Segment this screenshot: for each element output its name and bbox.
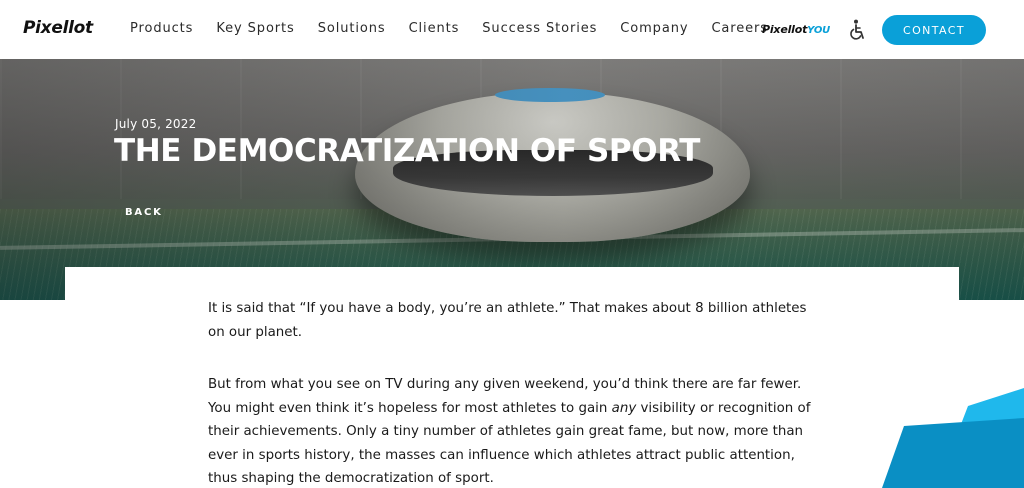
nav-item-careers[interactable]: Careers (711, 21, 768, 36)
nav-item-clients[interactable]: Clients (409, 21, 460, 36)
nav-item-key-sports[interactable]: Key Sports (216, 21, 294, 36)
page-title: THE DEMOCRATIZATION OF SPORT (114, 133, 701, 169)
hero-banner: July 05, 2022 THE DEMOCRATIZATION OF SPO… (0, 59, 1024, 300)
article-paragraph-2: But from what you see on TV during any g… (208, 373, 813, 488)
nav-item-company[interactable]: Company (620, 21, 688, 36)
wheelchair-icon[interactable] (848, 19, 866, 41)
pixellot-logo[interactable]: Pixellot (23, 18, 93, 38)
you-logo-main: Pixellot (762, 23, 808, 36)
pixellot-you-logo[interactable]: PixellotYOU (762, 23, 830, 36)
back-link[interactable]: BACK (125, 207, 163, 218)
contact-button[interactable]: CONTACT (882, 15, 986, 45)
nav-item-success-stories[interactable]: Success Stories (482, 21, 597, 36)
paragraph-2-emphasis: any (611, 400, 637, 416)
site-header: Pixellot Products Key Sports Solutions C… (0, 0, 1024, 59)
post-date: July 05, 2022 (115, 117, 197, 131)
article-paragraph-1: It is said that “If you have a body, you… (208, 301, 807, 340)
you-logo-suffix: YOU (807, 25, 831, 36)
main-nav: Products Key Sports Solutions Clients Su… (130, 21, 791, 36)
nav-item-products[interactable]: Products (130, 21, 193, 36)
nav-item-solutions[interactable]: Solutions (318, 21, 386, 36)
decorative-corner-shape (882, 388, 1024, 488)
hero-overlay (0, 59, 1024, 300)
article-card: It is said that “If you have a body, you… (65, 267, 959, 488)
